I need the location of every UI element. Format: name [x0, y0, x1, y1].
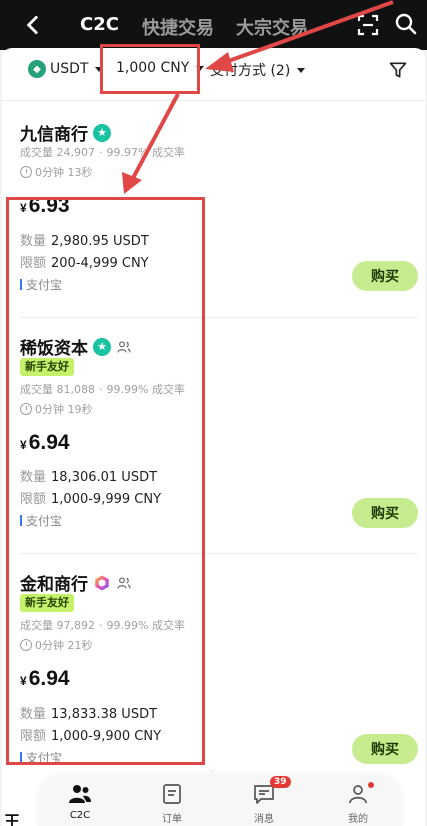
users-icon [69, 785, 91, 803]
usdt-icon: ◆ [28, 60, 46, 78]
buy-button[interactable]: 购买 [352, 734, 418, 764]
nav-c2c[interactable]: C2C [50, 782, 110, 821]
message-count-badge: 39 [270, 776, 291, 788]
scroll-hint: ·· [210, 768, 215, 775]
nav-profile[interactable]: 我的 [328, 782, 388, 825]
tab-c2c[interactable]: C2C [80, 14, 119, 35]
nav-messages[interactable]: 39 消息 [234, 776, 294, 825]
coin-selector[interactable]: ◆ USDT [28, 60, 104, 78]
filter-funnel-icon[interactable] [388, 60, 408, 80]
buy-button[interactable]: 购买 [352, 261, 418, 291]
filter-divider [2, 100, 425, 101]
verified-icon: ★ [93, 123, 111, 142]
merchant-stats: 成交量 24,907 · 99.97% 成交率 [20, 146, 185, 159]
scan-icon[interactable] [356, 13, 380, 37]
bottom-nav: C2C 订单 39 消息 我的 [38, 776, 402, 826]
caret-down-icon [297, 67, 306, 73]
coin-label: USDT [50, 61, 89, 77]
annotation-box-amount [100, 44, 200, 94]
filter-bar: ◆ USDT 1,000 CNY 支付方式 (2) [2, 48, 425, 100]
payment-method-selector[interactable]: 支付方式 (2) [210, 60, 306, 80]
tab-block-trade[interactable]: 大宗交易 [236, 14, 308, 40]
top-header: C2C 快捷交易 大宗交易 [0, 0, 427, 50]
nav-orders[interactable]: 订单 [142, 782, 202, 825]
release-time: 0分钟 13秒 [20, 164, 93, 180]
order-icon [163, 784, 181, 804]
back-arrow-icon[interactable] [20, 12, 46, 38]
tab-quick-trade[interactable]: 快捷交易 [142, 14, 214, 40]
profile-icon [349, 785, 367, 804]
search-icon[interactable] [394, 12, 418, 36]
notification-dot [368, 782, 374, 788]
clock-icon [20, 166, 32, 178]
payment-method-label: 支付方式 (2) [210, 63, 291, 79]
partial-merchant-name: 王 [4, 812, 21, 826]
buy-button[interactable]: 购买 [352, 498, 418, 528]
merchant-name[interactable]: 九信商行 ★ [20, 120, 111, 145]
annotation-box-listings [6, 197, 205, 765]
